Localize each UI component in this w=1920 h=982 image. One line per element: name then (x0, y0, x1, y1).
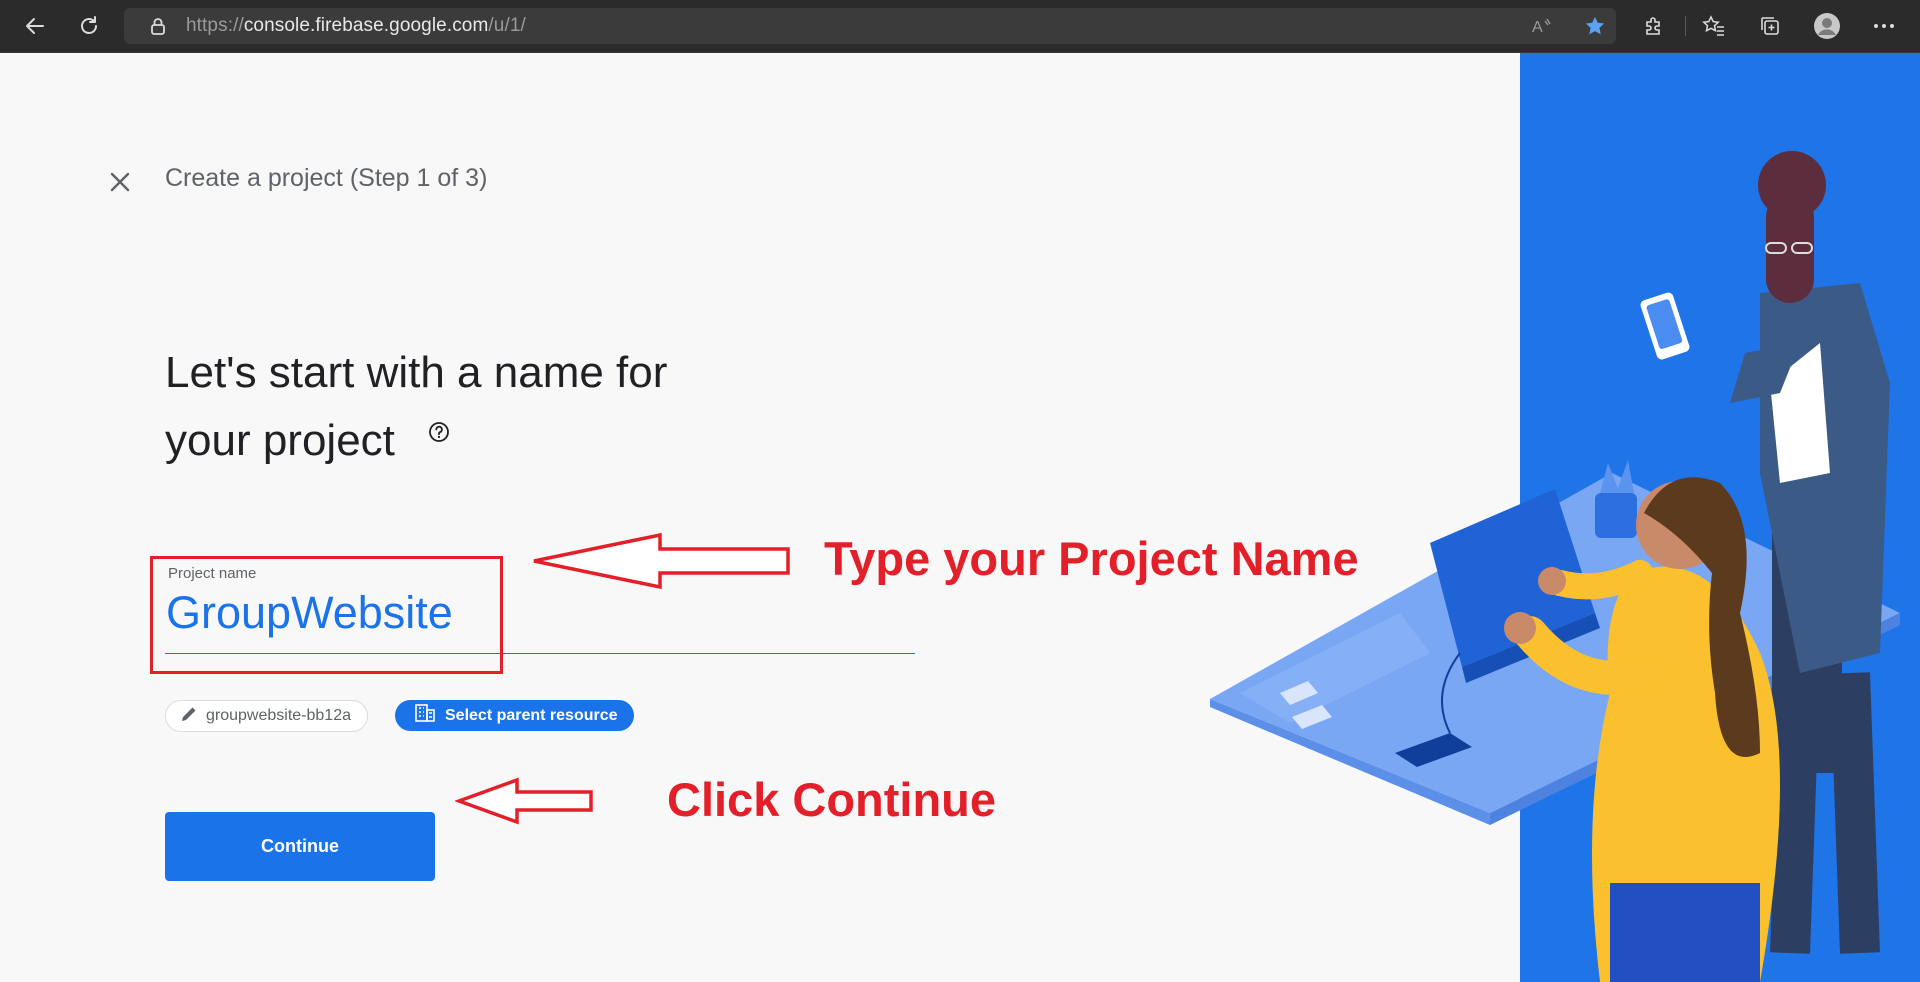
browser-toolbar: https://console.firebase.google.com/u/1/… (0, 0, 1920, 53)
svg-text:A: A (1532, 19, 1543, 36)
select-parent-label: Select parent resource (445, 706, 618, 724)
toolbar-divider (1685, 16, 1686, 36)
annotation-arrow-continue (455, 777, 593, 825)
lock-icon[interactable] (150, 17, 166, 40)
step-title: Create a project (Step 1 of 3) (165, 164, 488, 192)
project-id-chip[interactable]: groupwebsite-bb12a (165, 700, 368, 732)
heading-line-1: Let's start with a name for (165, 348, 668, 397)
continue-button[interactable]: Continue (165, 812, 435, 881)
more-icon[interactable] (1870, 12, 1898, 40)
help-icon[interactable] (428, 421, 450, 448)
pencil-icon (180, 705, 198, 728)
favorites-icon[interactable] (1700, 12, 1728, 40)
profile-icon[interactable] (1813, 12, 1841, 40)
refresh-icon[interactable] (74, 11, 104, 41)
annotation-arrow-name (533, 532, 790, 590)
url-host: console.firebase.google.com (243, 15, 489, 36)
collections-icon[interactable] (1756, 12, 1784, 40)
back-arrow-icon[interactable] (20, 11, 50, 41)
heading-line-2: your project (165, 416, 395, 465)
url-text[interactable]: https://console.firebase.google.com/u/1/ (186, 8, 526, 44)
star-icon[interactable] (1584, 15, 1606, 42)
illustration (1210, 151, 1900, 982)
address-bar[interactable]: https://console.firebase.google.com/u/1/… (124, 8, 1616, 44)
annotation-click-continue: Click Continue (667, 773, 997, 826)
page-heading: Let's start with a name for your project (165, 339, 805, 475)
read-aloud-icon[interactable]: A (1532, 16, 1554, 41)
annotation-highlight-box (150, 556, 503, 674)
building-icon (415, 704, 435, 727)
create-project-page: Create a project (Step 1 of 3) Let's sta… (0, 53, 1920, 982)
puzzle-icon[interactable] (1640, 12, 1668, 40)
url-path: /u/1/ (488, 15, 526, 36)
select-parent-resource-button[interactable]: Select parent resource (395, 700, 634, 731)
close-icon[interactable] (106, 168, 134, 196)
project-id-text: groupwebsite-bb12a (206, 707, 351, 724)
url-prefix: https:// (186, 15, 244, 36)
